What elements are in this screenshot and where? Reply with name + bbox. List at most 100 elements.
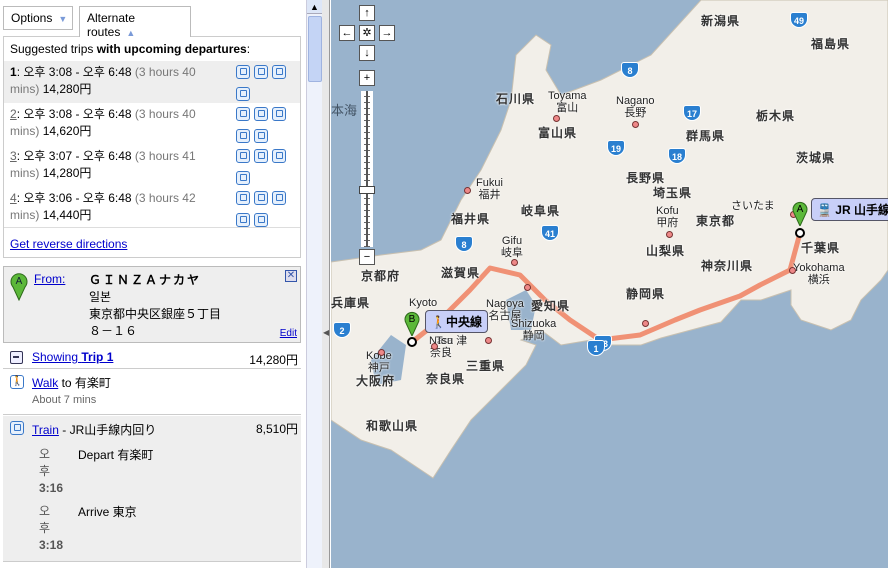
zoom-out-button[interactable]: − bbox=[359, 249, 375, 265]
trip-option[interactable]: 1: 오후 3:08 - 오후 6:48 (3 hours 40 mins) 14… bbox=[4, 61, 300, 103]
city-marker bbox=[485, 337, 492, 344]
prefecture-label: 茨城県 bbox=[796, 151, 836, 165]
city-marker bbox=[666, 231, 673, 238]
walk-icon: 🚶 bbox=[431, 315, 446, 329]
address-number: ８－１６ bbox=[89, 324, 138, 338]
stop-description: Depart 有楽町 bbox=[78, 448, 154, 462]
trip-duration: (3 hours 40 bbox=[134, 107, 196, 121]
pan-right-button[interactable]: → bbox=[379, 25, 395, 41]
trip-option[interactable]: 2: 오후 3:08 - 오후 6:48 (3 hours 40 mins) 14… bbox=[4, 103, 300, 145]
trip-price: 14,620円 bbox=[42, 124, 92, 138]
marker-b-icon[interactable]: B bbox=[403, 310, 421, 336]
land bbox=[331, 0, 888, 479]
city-label: Gifu 岐阜 bbox=[501, 235, 523, 259]
trip-price: 14,280円 bbox=[249, 353, 298, 367]
ampm: 오 bbox=[39, 447, 51, 461]
pan-up-button[interactable]: ↑ bbox=[359, 5, 375, 21]
trip-time: 오후 3:07 - 오후 6:48 bbox=[23, 149, 132, 163]
trip-option[interactable]: 4: 오후 3:06 - 오후 6:48 (3 hours 42 mins) 14… bbox=[4, 187, 300, 229]
prefecture-label: 三重県 bbox=[466, 359, 506, 373]
from-address: ＧＩＮＺＡナカヤ 일본 東京都中央区銀座５丁目 ８－１６ bbox=[89, 272, 221, 340]
trip-number-link[interactable]: 3 bbox=[10, 149, 17, 163]
showing-trip-row[interactable]: Showing Trip 1 14,280円 bbox=[3, 347, 301, 369]
prefecture-label: 石川県 bbox=[496, 92, 536, 106]
chevron-up-icon: ▲ bbox=[126, 28, 136, 38]
train-icon bbox=[236, 191, 250, 205]
walk-link[interactable]: Walk bbox=[32, 376, 58, 390]
heading-suffix: : bbox=[246, 42, 251, 56]
marker-a-icon: A bbox=[10, 273, 28, 301]
trip-price: 14,280円 bbox=[42, 166, 92, 180]
transit-bubble-b[interactable]: 🚶中央線 bbox=[425, 310, 488, 333]
train-link[interactable]: Train bbox=[32, 423, 59, 437]
trip-number-link[interactable]: 2 bbox=[10, 107, 17, 121]
tab-alternate-routes[interactable]: Alternate routes ▲ bbox=[79, 6, 191, 39]
walk-destination: to 有楽町 bbox=[58, 376, 111, 390]
tab-options-label: Options bbox=[11, 11, 53, 25]
prefecture-label: 東京都 bbox=[696, 214, 736, 228]
prefecture-label: 岐阜県 bbox=[521, 204, 561, 218]
heading-bold: with upcoming departures bbox=[96, 42, 247, 56]
train-icon bbox=[254, 213, 268, 227]
city-marker bbox=[642, 320, 649, 327]
train-icon bbox=[236, 65, 250, 79]
trip-time: 오후 3:08 - 오후 6:48 bbox=[23, 107, 132, 121]
city-label: Yokohama 横浜 bbox=[793, 262, 845, 286]
edit-link[interactable]: Edit bbox=[280, 328, 297, 339]
zoom-slider[interactable] bbox=[361, 91, 373, 247]
scroll-up-arrow-icon[interactable]: ▲ bbox=[307, 0, 322, 14]
trip-price: 14,440円 bbox=[42, 208, 92, 222]
train-icon bbox=[236, 149, 250, 163]
city-marker bbox=[632, 121, 639, 128]
city-label: Fukui 福井 bbox=[476, 177, 503, 201]
collapse-icon[interactable] bbox=[10, 351, 23, 364]
showing-trip-link[interactable]: Showing Trip 1 bbox=[32, 350, 113, 364]
svg-text:A: A bbox=[797, 204, 804, 215]
trip-duration-unit: mins) bbox=[10, 166, 40, 180]
collapse-arrow-icon[interactable]: ◀ bbox=[323, 328, 329, 337]
stop-time: 3:18 bbox=[39, 538, 64, 552]
trip-number-link[interactable]: 4 bbox=[10, 191, 17, 205]
svg-text:B: B bbox=[409, 314, 416, 325]
trip-time: 오후 3:06 - 오후 6:48 bbox=[23, 191, 132, 205]
train-icon bbox=[272, 149, 286, 163]
prefecture-label: 滋賀県 bbox=[441, 266, 481, 280]
pan-center-button[interactable]: ✲ bbox=[359, 25, 375, 41]
get-reverse-directions-link[interactable]: Get reverse directions bbox=[10, 237, 127, 251]
pan-down-button[interactable]: ↓ bbox=[359, 45, 375, 61]
from-location-card: A From: ＧＩＮＺＡナカヤ 일본 東京都中央区銀座５丁目 ８－１６ ✕ E… bbox=[3, 266, 301, 343]
city-marker bbox=[378, 349, 385, 356]
transit-bubble-a[interactable]: 🚆 JR 山手線 bbox=[811, 198, 888, 221]
alternate-routes-box: Suggested trips with upcoming departures… bbox=[3, 36, 301, 258]
panel-scrollbar[interactable]: ▲ bbox=[306, 0, 322, 568]
city-marker bbox=[511, 259, 518, 266]
prefecture-label: 福井県 bbox=[451, 212, 491, 226]
map-canvas[interactable]: 新潟県 福島県 石川県 富山県 栃木県 群馬県 長野県 茨城県 埼玉県 福井県 岐阜県 東京都 山梨県 千… bbox=[331, 0, 888, 568]
from-link[interactable]: From: bbox=[34, 272, 65, 286]
city-label: Toyama 富山 bbox=[548, 90, 587, 114]
close-icon[interactable]: ✕ bbox=[285, 270, 297, 282]
chevron-down-icon: ▼ bbox=[58, 14, 68, 24]
marker-a-icon[interactable]: A bbox=[791, 200, 809, 226]
pan-left-button[interactable]: ← bbox=[339, 25, 355, 41]
prefecture-label: 大阪府 bbox=[356, 374, 396, 388]
trip-number: 1 bbox=[10, 65, 17, 79]
prefecture-label: 栃木県 bbox=[756, 109, 796, 123]
ampm: 오 bbox=[39, 504, 51, 518]
prefecture-label: 福島県 bbox=[811, 37, 851, 51]
divider bbox=[4, 227, 300, 228]
train-price: 8,510円 bbox=[255, 422, 298, 436]
panel-collapse-divider[interactable]: ◀ bbox=[322, 0, 330, 568]
train-icon bbox=[254, 149, 268, 163]
train-icon bbox=[254, 65, 268, 79]
zoom-slider-handle[interactable] bbox=[359, 186, 375, 194]
trip-option[interactable]: 3: 오후 3:07 - 오후 6:48 (3 hours 41 mins) 14… bbox=[4, 145, 300, 187]
prefecture-label: 長野県 bbox=[626, 171, 666, 185]
train-icon bbox=[236, 107, 250, 121]
train-line: - JR山手線内回り bbox=[58, 423, 157, 437]
ampm: 후 bbox=[39, 521, 51, 535]
tab-options[interactable]: Options ▼ bbox=[3, 6, 73, 30]
showing-trip-number: Trip 1 bbox=[81, 350, 114, 364]
scrollbar-thumb[interactable] bbox=[308, 16, 322, 82]
zoom-in-button[interactable]: + bbox=[359, 70, 375, 86]
